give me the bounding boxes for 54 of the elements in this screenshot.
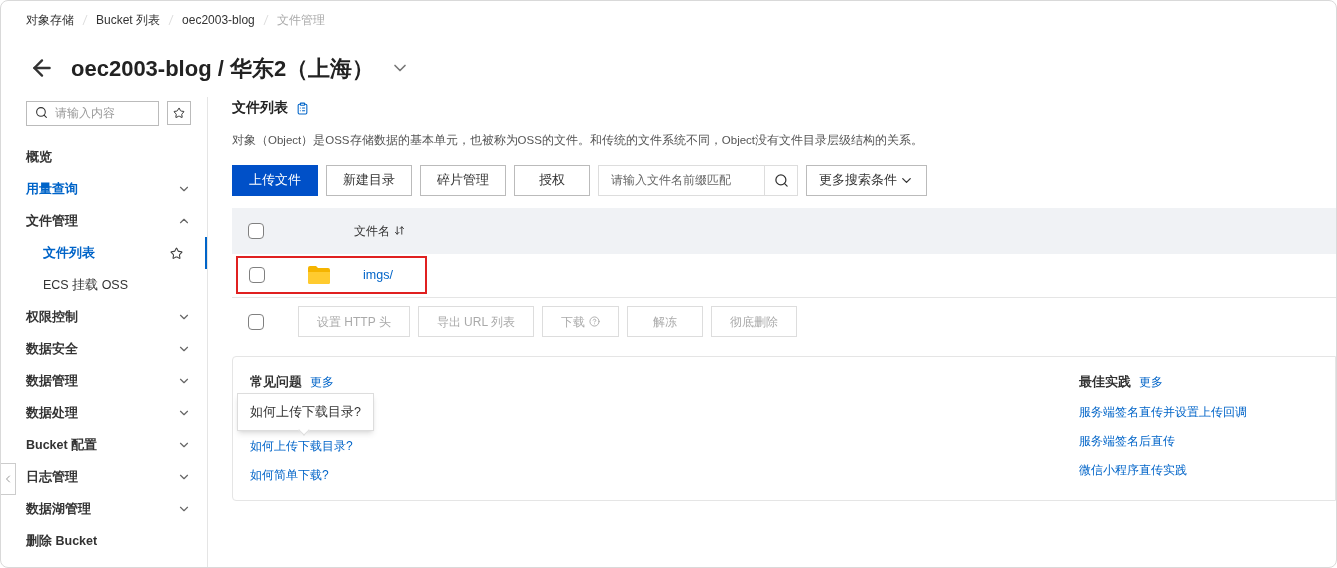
toolbar-button[interactable]: 授权 [514,164,590,196]
star-icon [173,106,185,119]
file-link[interactable]: imgs/ [363,265,393,285]
section-description: 对象（Object）是OSS存储数据的基本单元，也被称为OSS的文件。和传统的文件系统不同，Object没有文件目录层级结构的关系。 [232,133,925,149]
sidebar-item[interactable]: 概览 [26,141,191,173]
sidebar-item[interactable]: 日志管理 [26,461,191,493]
checkbox[interactable] [248,313,264,330]
faq-title: 常见问题 [250,372,302,391]
sort-icon[interactable] [394,225,405,236]
search-icon [773,172,789,188]
search-button[interactable] [765,164,798,196]
sidebar-subitem[interactable]: 文件列表 [26,237,207,269]
best-practice-link[interactable]: 服务端签名直传并设置上传回调 [1079,402,1247,421]
clipboard-icon[interactable] [296,101,309,115]
search-icon [35,106,48,119]
breadcrumb-item[interactable]: Bucket 列表 [96,11,161,29]
breadcrumb-item[interactable]: 对象存储 [26,11,74,29]
breadcrumb-item: 文件管理 [276,12,325,29]
breadcrumb-item[interactable]: oec2003-blog [182,11,255,29]
faq-link[interactable]: 如何简单下载? [250,465,353,484]
more-link[interactable]: 更多 [1139,372,1163,391]
toolbar-button[interactable]: 碎片管理 [420,164,506,196]
faq-link[interactable]: 如何上传下载目录? [250,436,353,455]
search-field[interactable]: 请输入文件名前缀匹配 [598,164,765,196]
sidebar-item[interactable]: 删除 Bucket [26,525,191,557]
search-field[interactable]: 请输入内容 [26,100,159,126]
toolbar-button[interactable]: 新建目录 [326,164,412,196]
filter-dropdown[interactable]: 更多搜索条件 [806,164,927,196]
upload-button[interactable]: 上传文件 [232,164,318,196]
breadcrumb-separator-icon [82,14,88,26]
column-header[interactable]: 文件名 [354,221,390,240]
best-practice-link[interactable]: 微信小程序直传实践 [1079,460,1247,479]
checkbox[interactable] [249,267,265,283]
best-practice-title: 最佳实践 [1079,372,1131,391]
breadcrumb-separator-icon [262,14,269,26]
section-title: 文件列表 [232,99,288,117]
sidebar-item[interactable]: Bucket 配置 [26,429,191,461]
page-title: oec2003-blog / 华东2（上海） [71,54,375,83]
sidebar-item[interactable]: 用量查询 [26,173,191,205]
checkbox[interactable] [248,222,264,239]
sidebar-item[interactable]: 数据湖管理 [26,493,191,525]
sidebar-item[interactable]: 数据安全 [26,333,191,365]
breadcrumb-separator-icon [168,14,175,26]
tooltip: 如何上传下载目录? [237,392,374,432]
best-practice-link[interactable]: 服务端签名后直传 [1079,431,1247,450]
sidebar-item[interactable]: 数据管理 [26,365,191,397]
sidebar-subitem[interactable]: ECS 挂载 OSS [26,269,207,301]
sidebar-item[interactable]: 数据处理 [26,397,191,429]
star-icon[interactable] [170,246,183,260]
more-link[interactable]: 更多 [310,372,334,391]
folder-icon [307,265,331,285]
sidebar-item[interactable]: 文件管理 [26,205,191,237]
sidebar-item[interactable]: 权限控制 [26,301,191,333]
favorite-button[interactable] [167,100,191,125]
